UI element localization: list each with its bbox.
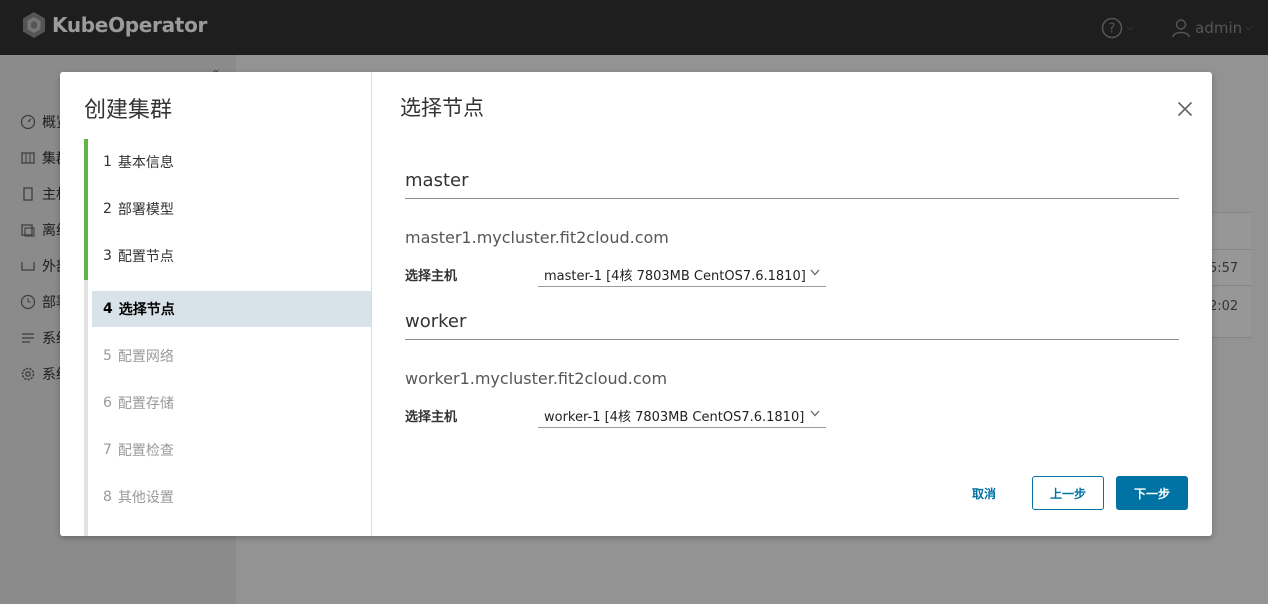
section-heading-master: master bbox=[405, 170, 1179, 199]
step-basic-info[interactable]: 1 基本信息 bbox=[84, 139, 371, 186]
section-heading-worker: worker bbox=[405, 311, 1179, 340]
step-complete-bar bbox=[84, 233, 88, 280]
step-select-nodes[interactable]: 4 选择节点 bbox=[92, 291, 371, 327]
create-cluster-modal: 创建集群 1 基本信息 2 部署模型 3 配置节点 4 选择节点 5 配置网络 … bbox=[60, 72, 1212, 536]
cancel-button[interactable]: 取消 bbox=[960, 476, 1008, 510]
node-hostname: worker1.mycluster.fit2cloud.com bbox=[405, 369, 668, 388]
selected-host: worker-1 [4核 7803MB CentOS7.6.1810] bbox=[544, 409, 805, 425]
step-label: 配置节点 bbox=[117, 249, 174, 265]
step-other-settings[interactable]: 8 其他设置 bbox=[84, 479, 371, 515]
step-label: 配置检查 bbox=[117, 443, 174, 459]
step-complete-bar bbox=[84, 186, 88, 233]
step-label: 其他设置 bbox=[117, 490, 174, 506]
chevron-down-icon bbox=[810, 410, 820, 417]
host-select-worker[interactable]: worker-1 [4核 7803MB CentOS7.6.1810] bbox=[538, 403, 826, 428]
step-config-check[interactable]: 7 配置检查 bbox=[84, 432, 371, 468]
chevron-down-icon bbox=[810, 269, 820, 276]
host-select-master[interactable]: master-1 [4核 7803MB CentOS7.6.1810] bbox=[538, 262, 826, 287]
step-deploy-model[interactable]: 2 部署模型 bbox=[84, 186, 371, 233]
step-number: 3 bbox=[103, 248, 112, 264]
step-number: 5 bbox=[103, 348, 112, 364]
node-hostname: master1.mycluster.fit2cloud.com bbox=[405, 228, 669, 247]
close-icon bbox=[1177, 101, 1193, 117]
step-number: 2 bbox=[103, 201, 112, 217]
step-number: 4 bbox=[103, 301, 113, 317]
step-list: 1 基本信息 2 部署模型 3 配置节点 4 选择节点 5 配置网络 6 配置存… bbox=[84, 139, 371, 536]
step-number: 7 bbox=[103, 442, 112, 458]
wizard-content: 选择节点 master master1.mycluster.fit2cloud.… bbox=[372, 72, 1212, 536]
page-title: 选择节点 bbox=[400, 96, 484, 120]
step-config-storage[interactable]: 6 配置存储 bbox=[84, 385, 371, 421]
step-label: 选择节点 bbox=[118, 302, 175, 318]
step-label: 配置网络 bbox=[117, 349, 174, 365]
selected-host: master-1 [4核 7803MB CentOS7.6.1810] bbox=[544, 268, 806, 284]
close-button[interactable] bbox=[1172, 96, 1198, 122]
step-label: 部署模型 bbox=[117, 202, 174, 218]
step-number: 8 bbox=[103, 489, 112, 505]
step-number: 6 bbox=[103, 395, 112, 411]
wizard-title: 创建集群 bbox=[84, 98, 173, 123]
step-label: 配置存储 bbox=[117, 396, 174, 412]
previous-button[interactable]: 上一步 bbox=[1032, 476, 1104, 510]
step-config-network[interactable]: 5 配置网络 bbox=[84, 338, 371, 374]
step-config-nodes[interactable]: 3 配置节点 bbox=[84, 233, 371, 280]
step-label: 基本信息 bbox=[117, 155, 174, 171]
select-host-label: 选择主机 bbox=[405, 269, 458, 284]
next-button[interactable]: 下一步 bbox=[1116, 476, 1188, 510]
step-complete-bar bbox=[84, 139, 88, 186]
wizard-step-nav: 创建集群 1 基本信息 2 部署模型 3 配置节点 4 选择节点 5 配置网络 … bbox=[60, 72, 372, 536]
step-number: 1 bbox=[103, 154, 112, 170]
select-host-label: 选择主机 bbox=[405, 410, 458, 425]
